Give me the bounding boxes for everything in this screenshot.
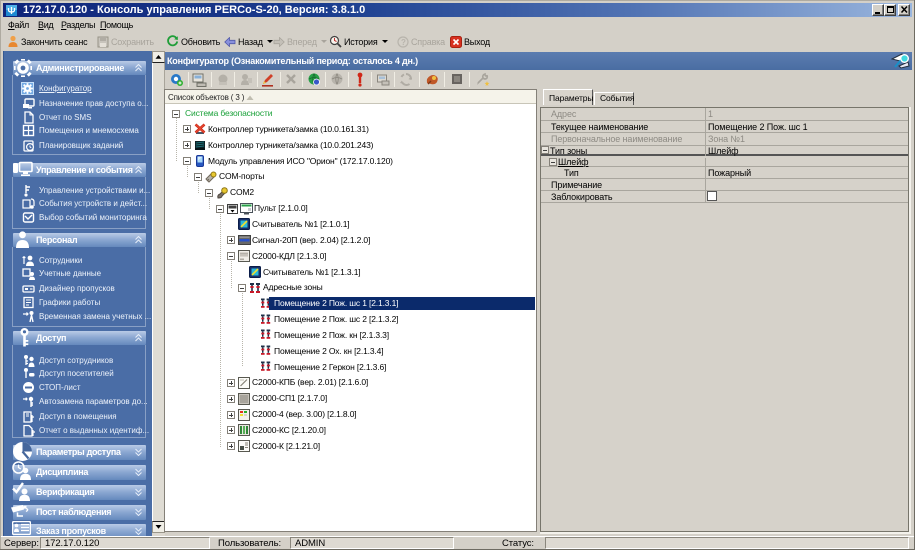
svg-text:?: ? [401, 38, 406, 47]
